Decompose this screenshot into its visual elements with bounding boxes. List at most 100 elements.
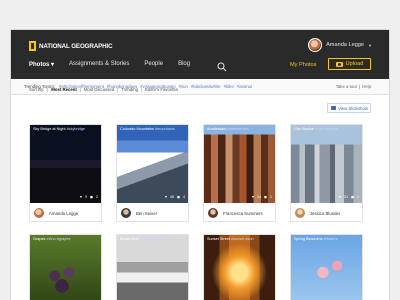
header-bar: NATIONAL GEOGRAPHIC Photos ▾ Assignments…: [11, 30, 389, 79]
photo-caption: Grapes #vino #grapes: [33, 237, 70, 241]
photo-footer: Ben Seiver: [117, 203, 188, 221]
trending-tag[interactable]: #animal: [237, 84, 252, 89]
sort-trending[interactable]: Trending: [117, 87, 141, 92]
photo-footer: Jessica Blunder: [291, 203, 362, 221]
help-link[interactable]: Help: [362, 84, 371, 89]
like-count: 45: [170, 195, 175, 199]
photo-card[interactable]: Grapes #vino #grapes: [29, 234, 102, 300]
photo-tag[interactable]: #surfing #beach: [140, 237, 167, 241]
heart-icon[interactable]: ♥: [165, 195, 167, 199]
photo-stats: ♥ 24 ◼ 1: [252, 195, 272, 199]
sort-most-discussed[interactable]: Most Discussed: [79, 87, 117, 92]
photo-caption: Beach Surf #surfing #beach: [120, 237, 167, 241]
photo-caption: Spring Blossoms #flowers: [294, 237, 338, 241]
camera-icon: [335, 61, 343, 67]
avatar[interactable]: [121, 208, 131, 218]
brand-logo[interactable]: NATIONAL GEOGRAPHIC: [29, 39, 113, 53]
photo-card[interactable]: Spring Blossoms #flowers: [290, 234, 363, 300]
photo-tag[interactable]: #flowers: [324, 237, 338, 241]
photo-card[interactable]: Beach Surf #surfing #beach: [116, 234, 189, 300]
photo-image[interactable]: [291, 235, 362, 300]
photo-card[interactable]: Colorado Mountains #mountains ♥ 45 ◼ 4 Ben…: [116, 124, 189, 222]
app-window: NATIONAL GEOGRAPHIC Photos ▾ Assignments…: [11, 30, 389, 300]
trending-tag[interactable]: #blackandwhite: [191, 84, 221, 89]
photo-tag[interactable]: #sunset #sun: [231, 237, 254, 241]
user-menu[interactable]: Amanda Legge ▼: [308, 38, 372, 52]
like-count: 24: [257, 195, 262, 199]
photo-tag[interactable]: #amsterdam: [227, 127, 248, 131]
photo-card[interactable]: Sky Bridge at Night #skybridge ♥ 9 ◼ 2 Ama…: [29, 124, 102, 222]
main-nav: Photos ▾ Assignments & Stories People Bl…: [29, 61, 190, 68]
avatar[interactable]: [34, 208, 44, 218]
my-photos-link[interactable]: My Photos: [290, 62, 316, 68]
help-links: Take a tour | Help: [336, 84, 371, 89]
comment-count: 3: [357, 195, 359, 199]
sort-most-recent[interactable]: Most Recent: [47, 87, 80, 92]
upload-button[interactable]: Upload: [328, 58, 371, 70]
author-name[interactable]: Ben Seiver: [136, 211, 157, 216]
photo-card[interactable]: Amsterdam #amsterdam ♥ 24 ◼ 1 Francesca Su…: [203, 124, 276, 222]
brand-name: NATIONAL GEOGRAPHIC: [39, 42, 113, 50]
photo-tag[interactable]: #nyc #skyline: [315, 127, 338, 131]
upload-label: Upload: [345, 61, 364, 67]
separator: |: [359, 84, 361, 89]
nav-photos[interactable]: Photos ▾: [29, 61, 54, 68]
comment-count: 4: [183, 195, 185, 199]
photo-image[interactable]: [117, 125, 188, 203]
photo-footer: Amanda Legge: [30, 203, 101, 221]
photo-stats: ♥ 9 ◼ 2: [80, 195, 98, 199]
photo-tag[interactable]: #vino #grapes: [47, 237, 71, 241]
photo-title: Sunset Street: [207, 237, 231, 241]
author-name[interactable]: Jessica Blunder: [310, 211, 340, 216]
photo-image[interactable]: [204, 235, 275, 300]
comment-count: 2: [96, 195, 98, 199]
sort-label: Sort By:: [29, 87, 45, 92]
trending-tag[interactable]: #bike: [224, 84, 234, 89]
photo-title: City Skyline: [294, 127, 314, 131]
heart-icon[interactable]: ♥: [80, 195, 82, 199]
comment-icon[interactable]: ◼: [264, 195, 267, 199]
yellow-frame-icon: [29, 41, 36, 51]
photo-caption: Sunset Street #sunset #sun: [207, 237, 254, 241]
photo-tag[interactable]: #mountains: [155, 127, 175, 131]
photo-image[interactable]: [117, 235, 188, 300]
photo-title: Grapes: [33, 237, 46, 241]
photo-image[interactable]: [30, 235, 101, 300]
photo-caption: City Skyline #nyc #skyline: [294, 127, 338, 131]
author-name[interactable]: Amanda Legge: [49, 211, 78, 216]
heart-icon[interactable]: ♥: [339, 195, 341, 199]
avatar[interactable]: [295, 208, 305, 218]
nav-people[interactable]: People: [144, 61, 163, 68]
like-count: 9: [85, 195, 88, 199]
chevron-down-icon: ▼: [368, 42, 372, 48]
comment-icon[interactable]: ◼: [90, 195, 93, 199]
photo-image[interactable]: [30, 125, 101, 203]
view-slideshow-button[interactable]: View Slideshow: [327, 103, 371, 113]
comment-icon[interactable]: ◼: [177, 195, 180, 199]
slideshow-icon: [331, 106, 336, 110]
photo-caption: Amsterdam #amsterdam: [207, 127, 249, 131]
sort-editors-favorites[interactable]: Editor's Favorites: [140, 87, 181, 92]
photo-footer: Francesca Summers: [204, 203, 275, 221]
sort-bar: Sort By: Most Recent Most Discussed Tren…: [29, 87, 181, 92]
take-tour-link[interactable]: Take a tour: [336, 84, 357, 89]
photo-title: Beach Surf: [120, 237, 139, 241]
photo-image[interactable]: [291, 125, 362, 203]
comment-count: 1: [270, 195, 272, 199]
photo-card[interactable]: Sunset Street #sunset #sun: [203, 234, 276, 300]
photo-stats: ♥ 31 ◼ 3: [339, 195, 359, 199]
photo-image[interactable]: [204, 125, 275, 203]
avatar: [308, 38, 323, 52]
nav-blog[interactable]: Blog: [178, 61, 190, 68]
avatar[interactable]: [208, 208, 218, 218]
nav-assignments-stories[interactable]: Assignments & Stories: [69, 61, 129, 68]
photo-title: Spring Blossoms: [294, 237, 323, 241]
photo-stats: ♥ 45 ◼ 4: [165, 195, 185, 199]
author-name[interactable]: Francesca Summers: [223, 211, 263, 216]
slideshow-label: View Slideshow: [338, 105, 369, 111]
photo-card[interactable]: City Skyline #nyc #skyline ♥ 31 ◼ 3 Jessic…: [290, 124, 363, 222]
photo-tag[interactable]: #skybridge: [67, 127, 85, 131]
heart-icon[interactable]: ♥: [252, 195, 254, 199]
search-icon[interactable]: [217, 59, 227, 72]
comment-icon[interactable]: ◼: [351, 195, 354, 199]
